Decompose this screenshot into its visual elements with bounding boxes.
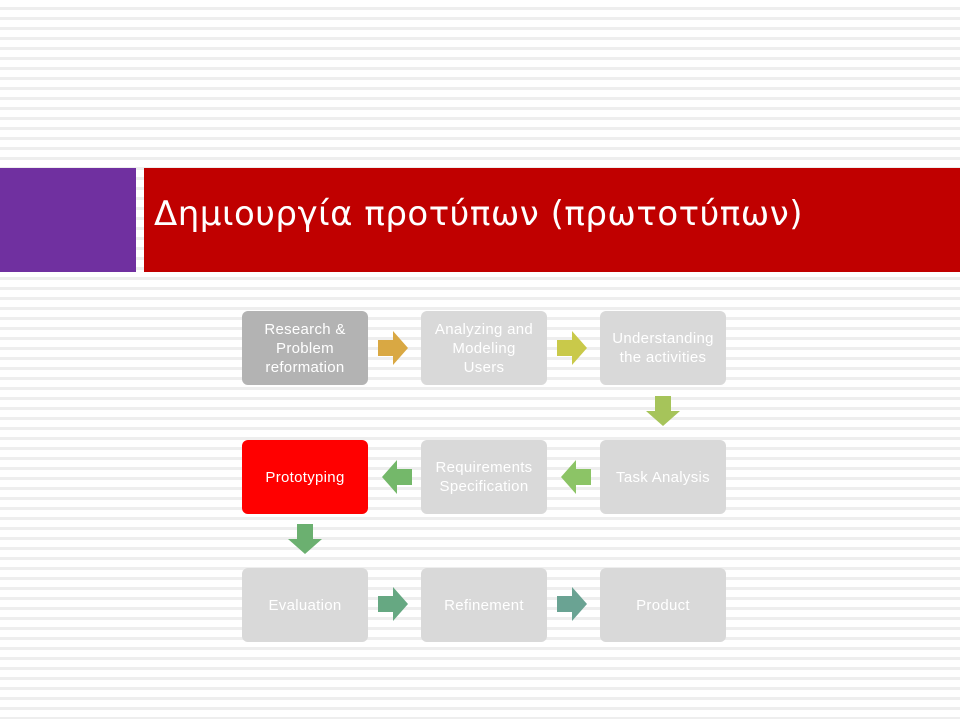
node-label: Understanding the activities	[612, 330, 714, 366]
node-understanding: Understanding the activities	[600, 311, 726, 385]
node-product: Product	[600, 568, 726, 642]
node-task-analysis: Task Analysis	[600, 440, 726, 514]
node-label: Analyzing and Modeling Users	[434, 320, 534, 376]
node-label: Prototyping	[265, 468, 345, 486]
node-research: Research & Problem reformation	[242, 311, 368, 385]
node-label: Product	[636, 596, 690, 614]
arrow-down-icon	[288, 524, 322, 554]
arrow-right-icon	[557, 587, 587, 621]
arrow-left-icon	[382, 460, 412, 494]
node-label: Task Analysis	[616, 468, 710, 486]
arrow-right-icon	[378, 587, 408, 621]
node-label: Refinement	[444, 596, 524, 614]
arrow-down-icon	[646, 396, 680, 426]
title-bar: Δημιουργία προτύπων (πρωτοτύπων)	[144, 168, 960, 272]
node-refinement: Refinement	[421, 568, 547, 642]
arrow-right-icon	[557, 331, 587, 365]
arrow-right-icon	[378, 331, 408, 365]
node-label: Requirements Specification	[435, 459, 533, 495]
node-requirements: Requirements Specification	[421, 440, 547, 514]
slide-title: Δημιουργία προτύπων (πρωτοτύπων)	[154, 194, 803, 234]
accent-block	[0, 168, 136, 272]
node-label: Research & Problem reformation	[264, 320, 346, 376]
node-evaluation: Evaluation	[242, 568, 368, 642]
arrow-left-icon	[561, 460, 591, 494]
node-analyzing: Analyzing and Modeling Users	[421, 311, 547, 385]
node-prototyping: Prototyping	[242, 440, 368, 514]
node-label: Evaluation	[268, 596, 342, 614]
